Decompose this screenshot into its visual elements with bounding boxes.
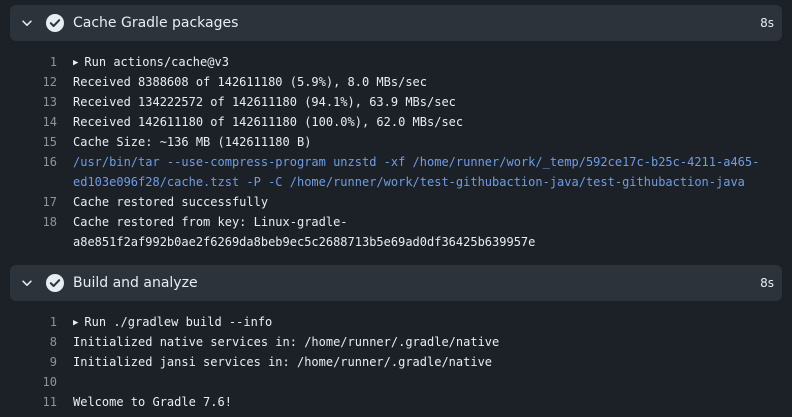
step-title: Build and analyze	[73, 275, 198, 291]
line-number[interactable]: 11	[0, 392, 57, 412]
log-text: Run ./gradlew build --info	[84, 315, 273, 329]
line-number[interactable]: 10	[0, 372, 57, 392]
log-text: Welcome to Gradle 7.6!	[73, 395, 232, 409]
chevron-down-icon[interactable]	[20, 16, 34, 30]
log-line: 11 Welcome to Gradle 7.6!	[0, 392, 792, 412]
check-circle-icon	[46, 274, 64, 292]
log-line-text[interactable]: ▶ Run actions/cache@v3	[73, 52, 229, 74]
log-line: 16 /usr/bin/tar --use-compress-program u…	[0, 152, 792, 172]
step-title: Cache Gradle packages	[73, 15, 239, 31]
log-text: Received 134222572 of 142611180 (94.1%),…	[73, 95, 456, 109]
log-text: Cache restored from key: Linux-gradle-	[73, 215, 348, 229]
line-number[interactable]: 18	[0, 212, 57, 232]
log-line: 17 Cache restored successfully	[0, 192, 792, 212]
log-text: Initialized native services in: /home/ru…	[73, 335, 500, 349]
log-text: Received 142611180 of 142611180 (100.0%)…	[73, 115, 464, 129]
log-line: 14 Received 142611180 of 142611180 (100.…	[0, 112, 792, 132]
log-text: Cache Size: ~136 MB (142611180 B)	[73, 135, 312, 149]
line-number[interactable]: 9	[0, 352, 57, 372]
log-line: 13 Received 134222572 of 142611180 (94.1…	[0, 92, 792, 112]
log-text: Run actions/cache@v3	[84, 55, 229, 69]
line-number[interactable]: 15	[0, 132, 57, 152]
log-line: 10	[0, 372, 792, 392]
log-line[interactable]: 1 ▶ Run ./gradlew build --info	[0, 312, 792, 332]
line-number[interactable]: 12	[0, 72, 57, 92]
line-number[interactable]: 16	[0, 152, 57, 172]
step-log-cache-gradle: 1 ▶ Run actions/cache@v3 12 Received 8388…	[0, 52, 792, 252]
step-header-cache-gradle[interactable]: Cache Gradle packages 8s	[10, 5, 782, 41]
log-text: Received 8388608 of 142611180 (5.9%), 8.…	[73, 75, 428, 89]
chevron-down-icon[interactable]	[20, 276, 34, 290]
expand-triangle-icon[interactable]: ▶	[73, 53, 78, 73]
log-text: Cache restored successfully	[73, 195, 269, 209]
log-line-wrap: ed103e096f28/cache.tzst -P -C /home/runn…	[0, 172, 792, 192]
log-text: a8e851f2af992b0ae2f6269da8beb9ec5c268871…	[73, 235, 536, 249]
workflow-log-page: Cache Gradle packages 8s 1 ▶ Run actions/…	[0, 0, 792, 417]
log-line[interactable]: 1 ▶ Run actions/cache@v3	[0, 52, 792, 72]
log-line: 8 Initialized native services in: /home/…	[0, 332, 792, 352]
log-line: 9 Initialized jansi services in: /home/r…	[0, 352, 792, 372]
log-command-text: ed103e096f28/cache.tzst -P -C /home/runn…	[73, 175, 745, 189]
step-duration: 8s	[760, 16, 774, 30]
step-log-build-analyze: 1 ▶ Run ./gradlew build --info 8 Initiali…	[0, 312, 792, 412]
log-line: 18 Cache restored from key: Linux-gradle…	[0, 212, 792, 232]
log-command-text: /usr/bin/tar --use-compress-program unzs…	[73, 155, 760, 169]
line-number[interactable]: 14	[0, 112, 57, 132]
log-line: 12 Received 8388608 of 142611180 (5.9%),…	[0, 72, 792, 92]
line-number[interactable]: 8	[0, 332, 57, 352]
line-number[interactable]: 1	[0, 52, 57, 72]
line-number[interactable]: 1	[0, 312, 57, 332]
log-line-wrap: a8e851f2af992b0ae2f6269da8beb9ec5c268871…	[0, 232, 792, 252]
step-header-build-analyze[interactable]: Build and analyze 8s	[10, 265, 782, 301]
line-number[interactable]: 17	[0, 192, 57, 212]
line-number[interactable]: 13	[0, 92, 57, 112]
log-line: 15 Cache Size: ~136 MB (142611180 B)	[0, 132, 792, 152]
log-line-text[interactable]: ▶ Run ./gradlew build --info	[73, 312, 272, 334]
expand-triangle-icon[interactable]: ▶	[73, 313, 78, 333]
step-duration: 8s	[760, 276, 774, 290]
check-circle-icon	[46, 14, 64, 32]
log-text: Initialized jansi services in: /home/run…	[73, 355, 493, 369]
